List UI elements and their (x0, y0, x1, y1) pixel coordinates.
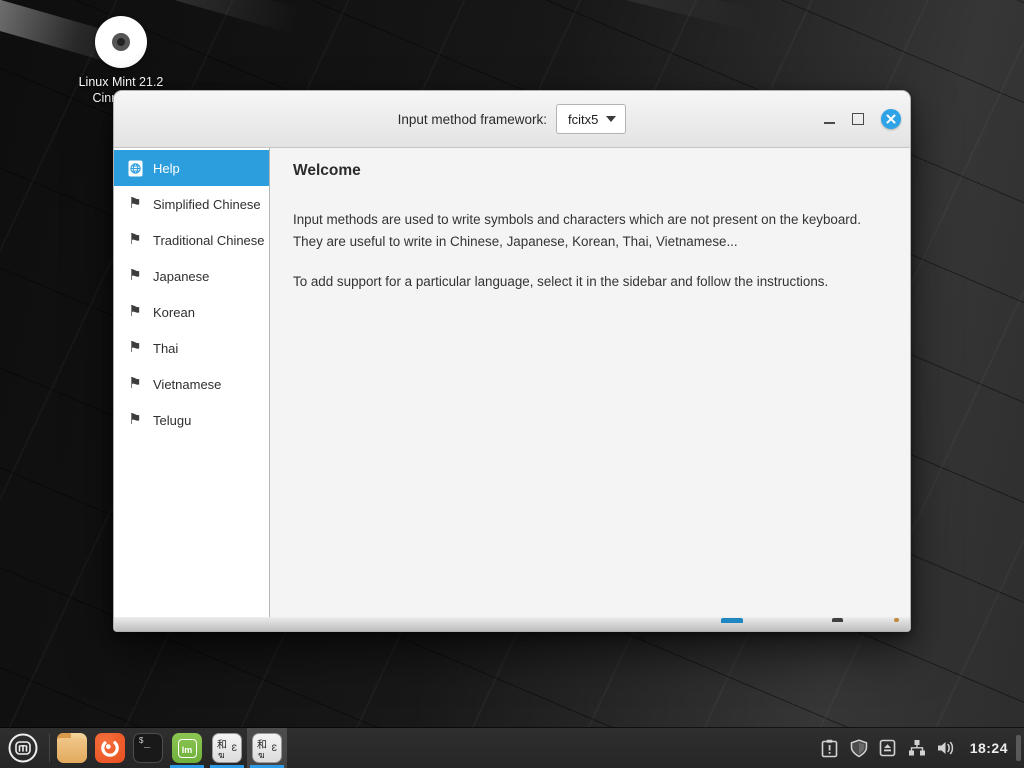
files-launcher[interactable] (53, 728, 91, 768)
input-method-icon: 和 ฆ Ɛ (212, 733, 242, 763)
eject-drive-icon (879, 739, 896, 757)
volume-tray-item[interactable] (935, 736, 957, 760)
flag-icon: ⚑ (126, 231, 144, 249)
framework-dropdown[interactable]: fcitx5 (556, 104, 626, 134)
clipped-widget-dark (832, 618, 843, 622)
wallpaper-highlight (590, 0, 760, 32)
terminal-icon: $ _ (133, 733, 163, 763)
sidebar-item-label: Korean (153, 305, 195, 320)
close-icon (886, 114, 896, 124)
page-title: Welcome (293, 162, 886, 180)
flag-icon: ⚑ (126, 267, 144, 285)
firewall-tray-item[interactable] (848, 736, 870, 760)
content-pane: Welcome Input methods are used to write … (270, 148, 910, 617)
taskbar-separator (49, 734, 50, 762)
sidebar-item-label: Thai (153, 341, 178, 356)
help-document-icon (126, 160, 144, 177)
clipped-widget-orange (894, 618, 899, 622)
maximize-button[interactable] (852, 113, 864, 125)
flag-icon: ⚑ (126, 411, 144, 429)
show-desktop-corner-bar[interactable] (1016, 735, 1021, 761)
language-sidebar: Help ⚑ Simplified Chinese ⚑ Traditional … (114, 148, 270, 617)
sidebar-item-japanese[interactable]: ⚑ Japanese (114, 258, 269, 294)
sidebar-item-label: Japanese (153, 269, 209, 284)
window-button-software-manager[interactable]: lm (167, 728, 207, 768)
clipped-widget-blue (721, 618, 743, 623)
taskbar-clock[interactable]: 18:24 (970, 740, 1008, 756)
minimize-button[interactable] (824, 122, 835, 124)
sidebar-item-traditional-chinese[interactable]: ⚑ Traditional Chinese (114, 222, 269, 258)
firefox-icon (95, 733, 125, 763)
instruction-paragraph: To add support for a particular language… (293, 274, 886, 289)
speaker-icon (936, 739, 956, 757)
terminal-launcher[interactable]: $ _ (129, 728, 167, 768)
network-tray-item[interactable] (906, 736, 928, 760)
sidebar-item-label: Telugu (153, 413, 191, 428)
cd-disc-icon (95, 16, 147, 68)
menu-button[interactable] (0, 728, 46, 768)
input-method-icon: 和 ฆ Ɛ (252, 733, 282, 763)
sidebar-item-thai[interactable]: ⚑ Thai (114, 330, 269, 366)
sidebar-item-label: Simplified Chinese (153, 197, 261, 212)
taskbar: $ _ lm 和 ฆ Ɛ 和 ฆ Ɛ (0, 728, 1024, 768)
framework-dropdown-value: fcitx5 (568, 112, 598, 127)
removable-media-tray-item[interactable] (877, 736, 899, 760)
framework-label: Input method framework: (398, 112, 547, 127)
desktop: Linux Mint 21.2 Cinnamon Input method fr… (0, 0, 1024, 768)
flag-icon: ⚑ (126, 303, 144, 321)
flag-icon: ⚑ (126, 195, 144, 213)
input-methods-window: Input method framework: fcitx5 (113, 90, 911, 632)
flag-icon: ⚑ (126, 375, 144, 393)
firefox-launcher[interactable] (91, 728, 129, 768)
mint-app-icon: lm (172, 733, 202, 763)
flag-icon: ⚑ (126, 339, 144, 357)
update-notification-tray-item[interactable] (819, 736, 841, 760)
system-tray (819, 736, 957, 760)
window-button-input-methods-2[interactable]: 和 ฆ Ɛ (247, 728, 287, 768)
sidebar-item-vietnamese[interactable]: ⚑ Vietnamese (114, 366, 269, 402)
sidebar-item-label: Help (153, 161, 180, 176)
wired-network-icon (908, 739, 926, 757)
sidebar-item-label: Traditional Chinese (153, 233, 265, 248)
folder-icon (57, 733, 87, 763)
shield-icon (850, 739, 868, 758)
clipboard-exclamation-icon (821, 739, 838, 758)
sidebar-item-telugu[interactable]: ⚑ Telugu (114, 402, 269, 438)
sidebar-item-help[interactable]: Help (114, 150, 269, 186)
intro-paragraph: Input methods are used to write symbols … (293, 209, 886, 252)
window-titlebar[interactable]: Input method framework: fcitx5 (114, 91, 910, 148)
mint-logo-icon (7, 732, 39, 764)
sidebar-item-label: Vietnamese (153, 377, 221, 392)
chevron-down-icon (606, 116, 616, 122)
sidebar-item-korean[interactable]: ⚑ Korean (114, 294, 269, 330)
close-button[interactable] (881, 109, 901, 129)
sidebar-item-simplified-chinese[interactable]: ⚑ Simplified Chinese (114, 186, 269, 222)
window-button-input-methods-1[interactable]: 和 ฆ Ɛ (207, 728, 247, 768)
window-bottom-edge (114, 617, 910, 631)
